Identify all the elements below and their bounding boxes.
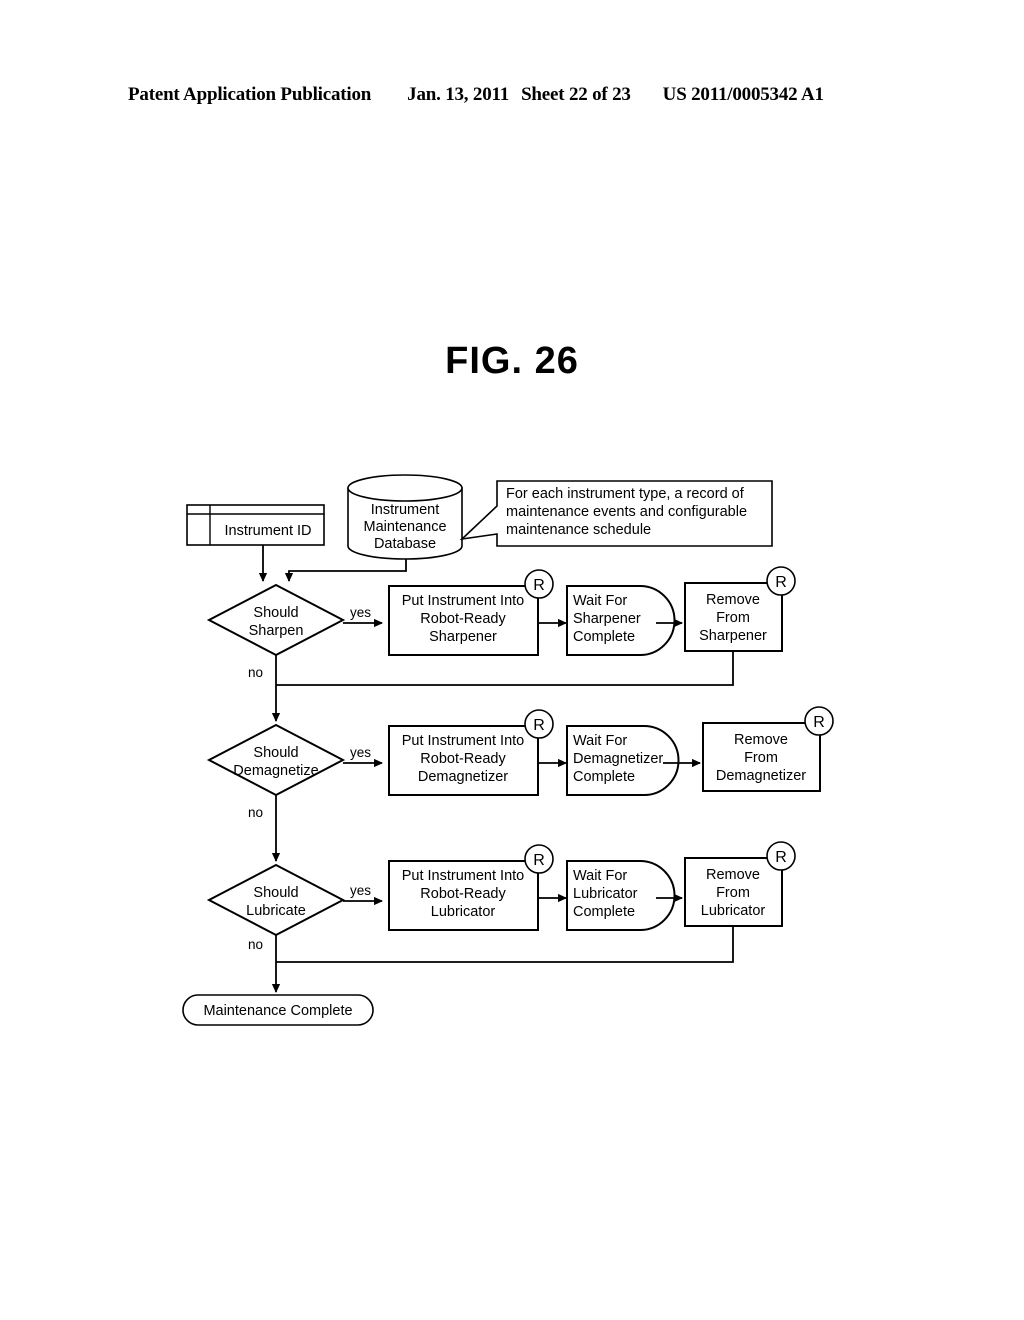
patent-running-head: Patent Application Publication Jan. 13, … [128,84,896,106]
instrument-id-node: Instrument ID [186,504,325,546]
wait-label-line1: Wait For [573,868,627,884]
terminal-label: Maintenance Complete [203,1003,352,1019]
process-remove-from-sharpener: Remove From Sharpener R [684,566,796,652]
remove-label-line3: Lubricator [701,903,766,919]
instrument-maintenance-database-node: Instrument Maintenance Database [347,474,463,560]
branch-label-no: no [248,937,263,952]
figure-title: FIG. 26 [445,340,579,382]
remove-label-line2: From [716,610,750,626]
decision-label-line1: Should [253,605,298,621]
flowchart-diagram: Instrument ID Instrument Maintenance Dat… [182,474,834,1026]
decision-should-demagnetize: Should Demagnetize [206,723,346,797]
wait-label-line3: Complete [573,904,635,920]
delay-wait-sharpener-complete: Wait For Sharpener Complete [566,585,676,656]
process-label-line1: Put Instrument Into [402,733,525,749]
branch-label-yes: yes [350,605,371,620]
process-label-line2: Robot-Ready [420,886,506,902]
process-put-into-sharpener: Put Instrument Into Robot-Ready Sharpene… [388,569,554,656]
decision-label-line2: Demagnetize [233,763,318,779]
wait-label-line2: Demagnetizer [573,751,663,767]
process-label-line3: Demagnetizer [418,769,508,785]
process-label-line2: Robot-Ready [420,751,506,767]
wait-label-line1: Wait For [573,733,627,749]
delay-wait-demagnetizer-complete: Wait For Demagnetizer Complete [566,725,680,796]
remove-label-line2: From [716,885,750,901]
process-label-line3: Lubricator [431,904,496,920]
process-label-line3: Sharpener [429,629,497,645]
wait-label-line2: Lubricator [573,886,638,902]
robot-badge: R [533,717,545,734]
robot-badge: R [533,577,545,594]
patent-number: US 2011/0005342 A1 [662,84,824,105]
remove-label-line2: From [744,750,778,766]
robot-badge: R [813,714,825,731]
row-lubricate: Should Lubricate yes no Put Instrument I… [206,841,796,994]
sheet-number: Sheet 22 of 23 [521,84,631,105]
branch-label-yes: yes [350,745,371,760]
row-demagnetize: Should Demagnetize yes no Put Instrument… [206,706,834,863]
robot-badge: R [775,574,787,591]
decision-should-sharpen: Should Sharpen [206,583,346,657]
wait-label-line3: Complete [573,769,635,785]
row-sharpen: Should Sharpen yes no Put Instrument Int… [206,566,796,723]
remove-label-line1: Remove [734,732,788,748]
decision-label-line1: Should [253,885,298,901]
robot-badge: R [533,852,545,869]
wait-label-line3: Complete [573,629,635,645]
wait-label-line1: Wait For [573,593,627,609]
decision-label-line1: Should [253,745,298,761]
process-put-into-demagnetizer: Put Instrument Into Robot-Ready Demagnet… [388,709,554,796]
database-label-line3: Database [374,536,436,552]
database-label-line1: Instrument [371,502,440,518]
process-label-line2: Robot-Ready [420,611,506,627]
process-remove-from-demagnetizer: Remove From Demagnetizer R [702,706,834,792]
maintenance-record-callout: For each instrument type, a record of ma… [459,480,773,547]
process-put-into-lubricator: Put Instrument Into Robot-Ready Lubricat… [388,844,554,931]
decision-label-line2: Sharpen [249,623,304,639]
database-label-line2: Maintenance [363,519,446,535]
remove-label-line3: Sharpener [699,628,767,644]
callout-line2: maintenance events and configurable [506,504,747,520]
process-label-line1: Put Instrument Into [402,868,525,884]
callout-line3: maintenance schedule [506,522,651,538]
publication-label: Patent Application Publication [128,84,372,105]
decision-should-lubricate: Should Lubricate [206,863,346,937]
connector-sharpener-return-loop [276,651,734,686]
connector-database-to-should-sharpen [284,559,407,583]
remove-label-line1: Remove [706,867,760,883]
process-remove-from-lubricator: Remove From Lubricator R [684,841,796,927]
remove-label-line1: Remove [706,592,760,608]
wait-label-line2: Sharpener [573,611,641,627]
delay-wait-lubricator-complete: Wait For Lubricator Complete [566,860,676,931]
remove-label-line3: Demagnetizer [716,768,806,784]
callout-line1: For each instrument type, a record of [506,486,745,502]
branch-label-no: no [248,805,263,820]
instrument-id-label: Instrument ID [224,523,311,539]
process-label-line1: Put Instrument Into [402,593,525,609]
connector-lubricator-return-loop [276,926,734,963]
publication-date: Jan. 13, 2011 [407,84,510,105]
terminal-maintenance-complete: Maintenance Complete [182,994,374,1026]
branch-label-no: no [248,665,263,680]
decision-label-line2: Lubricate [246,903,306,919]
robot-badge: R [775,849,787,866]
branch-label-yes: yes [350,883,371,898]
